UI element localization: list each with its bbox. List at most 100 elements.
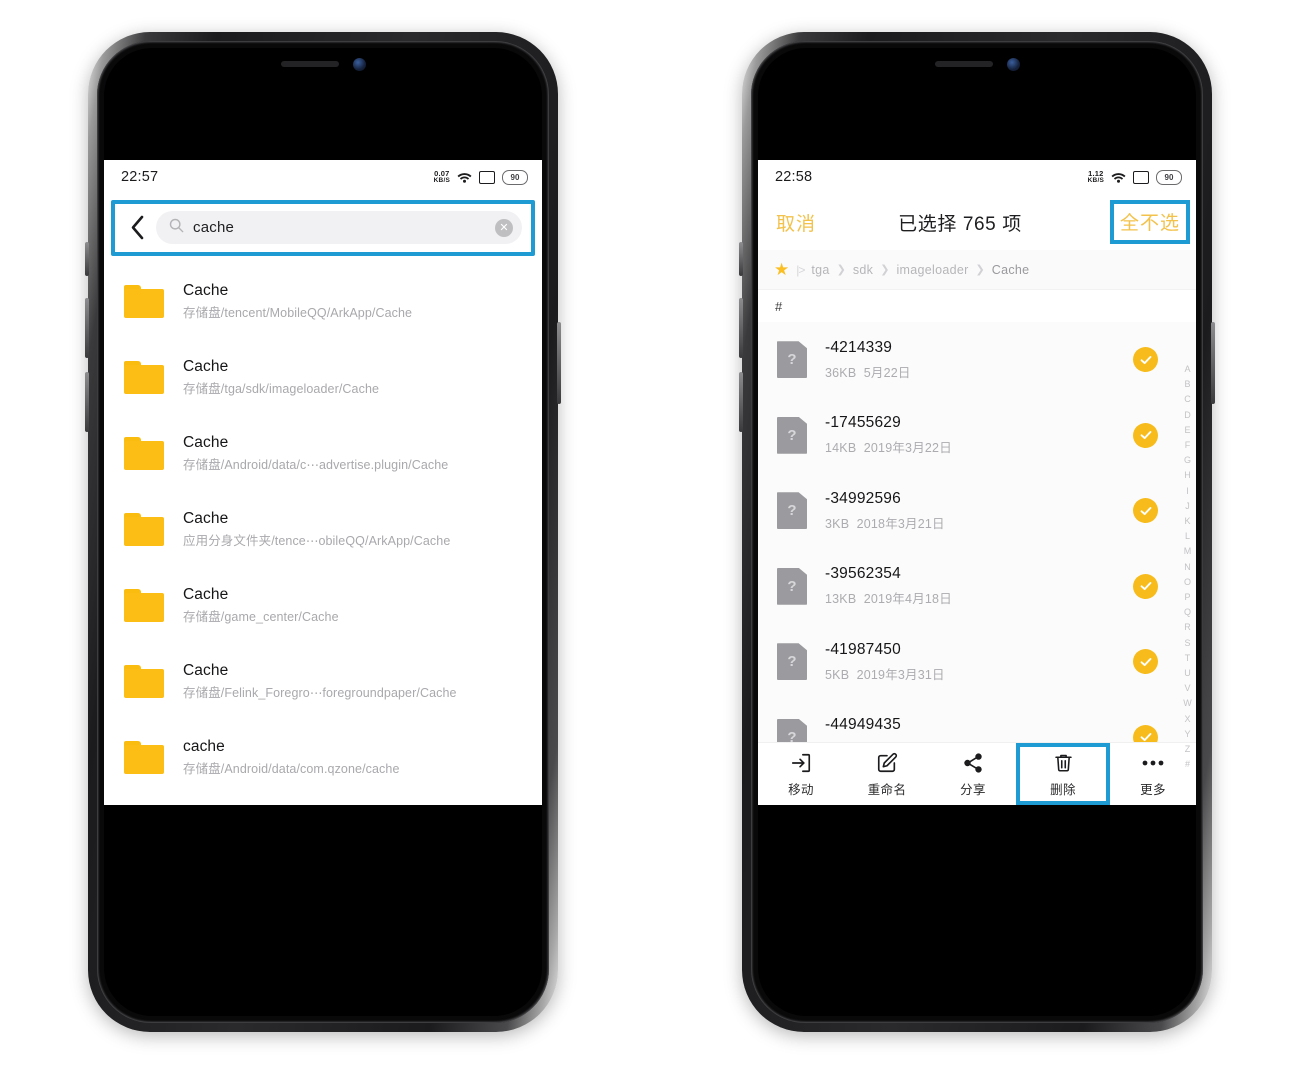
alpha-index-letter[interactable]: Z <box>1185 742 1191 757</box>
search-input[interactable]: cache ✕ <box>156 211 522 244</box>
selection-header: 取消 已选择 765 项 全不选 <box>758 194 1196 250</box>
alpha-index-letter[interactable]: T <box>1185 651 1191 666</box>
checkbox-checked-icon[interactable] <box>1133 422 1158 448</box>
alpha-index-letter[interactable]: N <box>1184 560 1191 575</box>
alpha-index-letter[interactable]: # <box>1185 757 1190 772</box>
file-date: 2019年3月31日 <box>856 667 945 682</box>
share-button[interactable]: 分享 <box>930 743 1016 805</box>
alpha-index-letter[interactable]: P <box>1184 590 1190 605</box>
phone-left-screen: 22:57 0.07 KB/S 90 cache ✕ Cache 存储盘/ten… <box>104 48 542 1016</box>
checkbox-checked-icon[interactable] <box>1133 347 1158 373</box>
alpha-index-letter[interactable]: Y <box>1184 727 1190 742</box>
alpha-index-letter[interactable]: E <box>1184 423 1190 438</box>
move-icon <box>790 751 812 775</box>
volume-down-button[interactable] <box>739 372 743 432</box>
result-name: Cache <box>183 434 229 452</box>
list-item[interactable]: cache 存储盘/Android/data/co⋯.sgame-ext/fil… <box>104 795 542 805</box>
volume-up-button[interactable] <box>739 298 743 358</box>
back-chevron-icon[interactable] <box>124 213 150 243</box>
sim-card-icon <box>479 170 495 184</box>
alpha-index-letter[interactable]: M <box>1184 544 1192 559</box>
unknown-file-icon: ? <box>777 416 807 454</box>
delete-icon <box>1053 751 1074 775</box>
phone-left: 22:57 0.07 KB/S 90 cache ✕ Cache 存储盘/ten… <box>85 32 561 1032</box>
alpha-index-letter[interactable]: I <box>1186 484 1189 499</box>
chevron-right-icon: ❯ <box>975 264 985 276</box>
list-item[interactable]: Cache 存储盘/tencent/MobileQQ/ArkApp/Cache <box>104 263 542 339</box>
breadcrumb-item-cache[interactable]: Cache <box>992 263 1030 277</box>
network-speed-value: 0.07 <box>434 168 450 178</box>
mute-switch[interactable] <box>739 242 743 276</box>
breadcrumb-item-imageloader[interactable]: imageloader <box>896 263 968 277</box>
power-button[interactable] <box>557 322 561 404</box>
result-path: 存储盘/Android/data/com.qzone/cache <box>183 761 400 776</box>
alpha-index-letter[interactable]: J <box>1185 499 1190 514</box>
root-divider-icon[interactable]: |> <box>796 263 805 277</box>
alpha-index-letter[interactable]: W <box>1183 696 1192 711</box>
file-name: -34992596 <box>825 489 901 507</box>
alpha-index-letter[interactable]: C <box>1184 392 1191 407</box>
alpha-index-letter[interactable]: Q <box>1184 605 1191 620</box>
battery-indicator: 90 <box>502 169 528 185</box>
list-item[interactable]: Cache 存储盘/Android/data/c⋯advertise.plugi… <box>104 415 542 491</box>
checkbox-checked-icon[interactable] <box>1133 649 1158 675</box>
status-time: 22:57 <box>121 169 159 185</box>
file-name: -4214339 <box>825 338 893 356</box>
alpha-index-letter[interactable]: H <box>1184 468 1191 483</box>
checkbox-checked-icon[interactable] <box>1133 573 1158 599</box>
rename-button[interactable]: 重命名 <box>844 743 930 805</box>
alpha-index-letter[interactable]: K <box>1184 514 1190 529</box>
file-name: -44949435 <box>825 716 901 734</box>
search-bar-container: cache ✕ <box>104 194 542 263</box>
selection-count-title: 已选择 765 项 <box>898 213 1022 235</box>
list-item[interactable]: Cache 存储盘/game_center/Cache <box>104 567 542 643</box>
alpha-index-letter[interactable]: G <box>1184 453 1191 468</box>
star-icon[interactable]: ★ <box>774 261 789 278</box>
file-meta: 3KB 2018年3月21日 <box>825 513 1133 532</box>
power-button[interactable] <box>1211 322 1215 404</box>
alpha-index-letter[interactable]: L <box>1185 529 1190 544</box>
network-speed-indicator: 0.07 KB/S <box>434 168 450 185</box>
table-row[interactable]: ? -41987450 5KB 2019年3月31日 <box>758 624 1196 700</box>
table-row[interactable]: ? -34992596 3KB 2018年3月21日 <box>758 473 1196 549</box>
alpha-index-letter[interactable]: B <box>1184 377 1190 392</box>
deselect-all-button[interactable]: 全不选 <box>1120 208 1180 235</box>
alpha-index-letter[interactable]: S <box>1184 636 1190 651</box>
alpha-index-letter[interactable]: D <box>1184 408 1191 423</box>
list-item[interactable]: Cache 存储盘/tga/sdk/imageloader/Cache <box>104 339 542 415</box>
folder-icon <box>124 740 164 774</box>
alphabet-index[interactable]: A B C D E F G H I J K L M N O P Q R S T … <box>1183 362 1192 772</box>
table-row[interactable]: ? -4214339 36KB 5月22日 <box>758 322 1196 398</box>
breadcrumb-item-tga[interactable]: tga <box>811 263 829 277</box>
alpha-index-letter[interactable]: X <box>1184 712 1190 727</box>
list-item[interactable]: cache 存储盘/Android/data/com.qzone/cache <box>104 719 542 795</box>
file-search-app: 22:57 0.07 KB/S 90 cache ✕ Cache 存储盘/ten… <box>104 160 542 805</box>
list-item[interactable]: Cache 存储盘/Felink_Foregro⋯foregroundpaper… <box>104 643 542 719</box>
file-meta: 14KB 2019年3月22日 <box>825 437 1133 456</box>
notch <box>214 48 432 80</box>
move-button[interactable]: 移动 <box>758 743 844 805</box>
more-label: 更多 <box>1140 782 1166 797</box>
file-date: 5月22日 <box>863 365 911 380</box>
alpha-index-letter[interactable]: V <box>1184 681 1190 696</box>
file-size: 3KB <box>825 516 850 531</box>
volume-up-button[interactable] <box>85 298 89 358</box>
alpha-index-letter[interactable]: U <box>1184 666 1191 681</box>
alpha-index-letter[interactable]: F <box>1185 438 1191 453</box>
clear-icon[interactable]: ✕ <box>495 218 513 237</box>
table-row[interactable]: ? -39562354 13KB 2019年4月18日 <box>758 549 1196 625</box>
alpha-index-letter[interactable]: A <box>1184 362 1190 377</box>
delete-button[interactable]: 删除 <box>1016 743 1110 805</box>
list-item[interactable]: Cache 应用分身文件夹/tence⋯obileQQ/ArkApp/Cache <box>104 491 542 567</box>
table-row[interactable]: ? -17455629 14KB 2019年3月22日 <box>758 398 1196 474</box>
volume-down-button[interactable] <box>85 372 89 432</box>
alpha-index-letter[interactable]: R <box>1184 620 1191 635</box>
checkbox-checked-icon[interactable] <box>1133 498 1158 524</box>
mute-switch[interactable] <box>85 242 89 276</box>
file-date: 2018年3月21日 <box>856 516 945 531</box>
breadcrumb-item-sdk[interactable]: sdk <box>853 263 873 277</box>
file-size: 36KB <box>825 365 857 380</box>
result-name: cache <box>183 738 225 756</box>
network-speed-value: 1.12 <box>1088 168 1104 178</box>
alpha-index-letter[interactable]: O <box>1184 575 1191 590</box>
